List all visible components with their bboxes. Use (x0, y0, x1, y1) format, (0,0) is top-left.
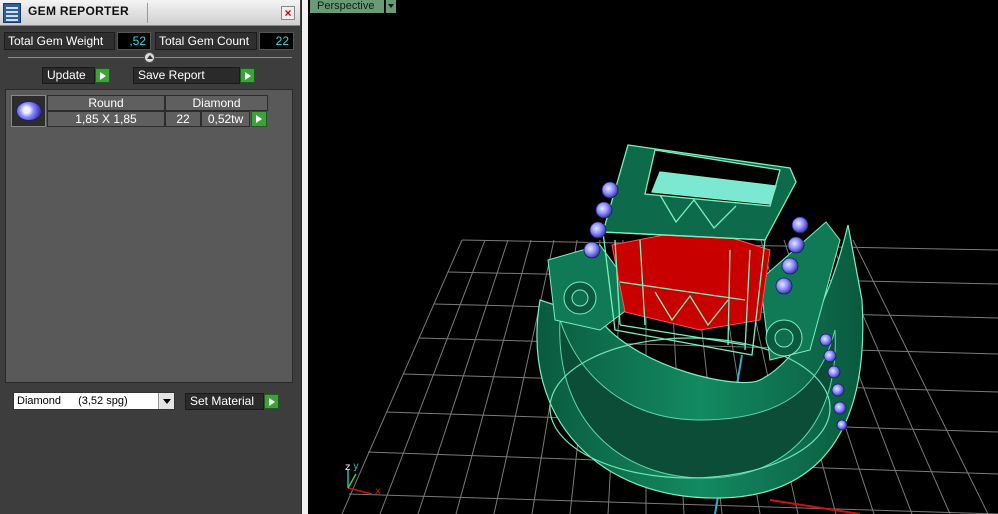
collapse-knob-icon[interactable] (144, 52, 155, 63)
gem-reporter-panel: GEM REPORTER × Total Gem Weight ,52 Tota… (0, 0, 302, 514)
material-select[interactable]: Diamond (3,52 spg) (13, 392, 175, 410)
gem-material-header: Diamond (165, 95, 268, 111)
material-density: (3,52 spg) (78, 395, 128, 407)
view-menu-chevron-icon[interactable] (385, 0, 396, 13)
set-material-play-icon[interactable] (264, 394, 279, 409)
save-report-button[interactable]: Save Report (133, 67, 240, 84)
set-material-button[interactable]: Set Material (185, 393, 264, 410)
save-report-play-icon[interactable] (240, 68, 255, 83)
total-gem-weight-value: ,52 (117, 32, 151, 50)
update-button[interactable]: Update (42, 67, 95, 84)
total-gem-count-value: 22 (259, 32, 294, 50)
total-gem-count-label: Total Gem Count (155, 32, 257, 50)
gem-row-play-icon[interactable] (251, 111, 267, 127)
panel-title: GEM REPORTER (28, 4, 129, 18)
axis-z-label: z (345, 462, 351, 473)
gem-shape-header: Round (47, 95, 165, 111)
ring-model (536, 144, 864, 499)
gem-list: Round Diamond 1,85 X 1,85 22 0,52tw (5, 89, 293, 383)
axis-x-label: x (375, 486, 381, 497)
title-divider (147, 3, 148, 23)
update-play-icon[interactable] (95, 68, 110, 83)
material-name: Diamond (17, 395, 62, 407)
panel-titlebar: GEM REPORTER × (0, 0, 300, 26)
gem-reporter-icon (3, 3, 21, 23)
gem-size-cell: 1,85 X 1,85 (47, 111, 165, 127)
ring-scene (341, 144, 998, 514)
chevron-down-icon[interactable] (158, 393, 174, 409)
axis-y-label: y (353, 461, 359, 472)
gem-stone-icon (16, 101, 42, 121)
total-gem-weight-label: Total Gem Weight (4, 32, 115, 50)
gem-weight-cell: 0,52tw (201, 111, 250, 127)
round-diamond-thumbnail[interactable] (11, 95, 46, 127)
perspective-viewport[interactable]: z y x (308, 0, 998, 514)
view-mode-label[interactable]: Perspective (310, 0, 384, 13)
close-icon[interactable]: × (281, 6, 295, 20)
gem-count-cell: 22 (165, 111, 201, 127)
